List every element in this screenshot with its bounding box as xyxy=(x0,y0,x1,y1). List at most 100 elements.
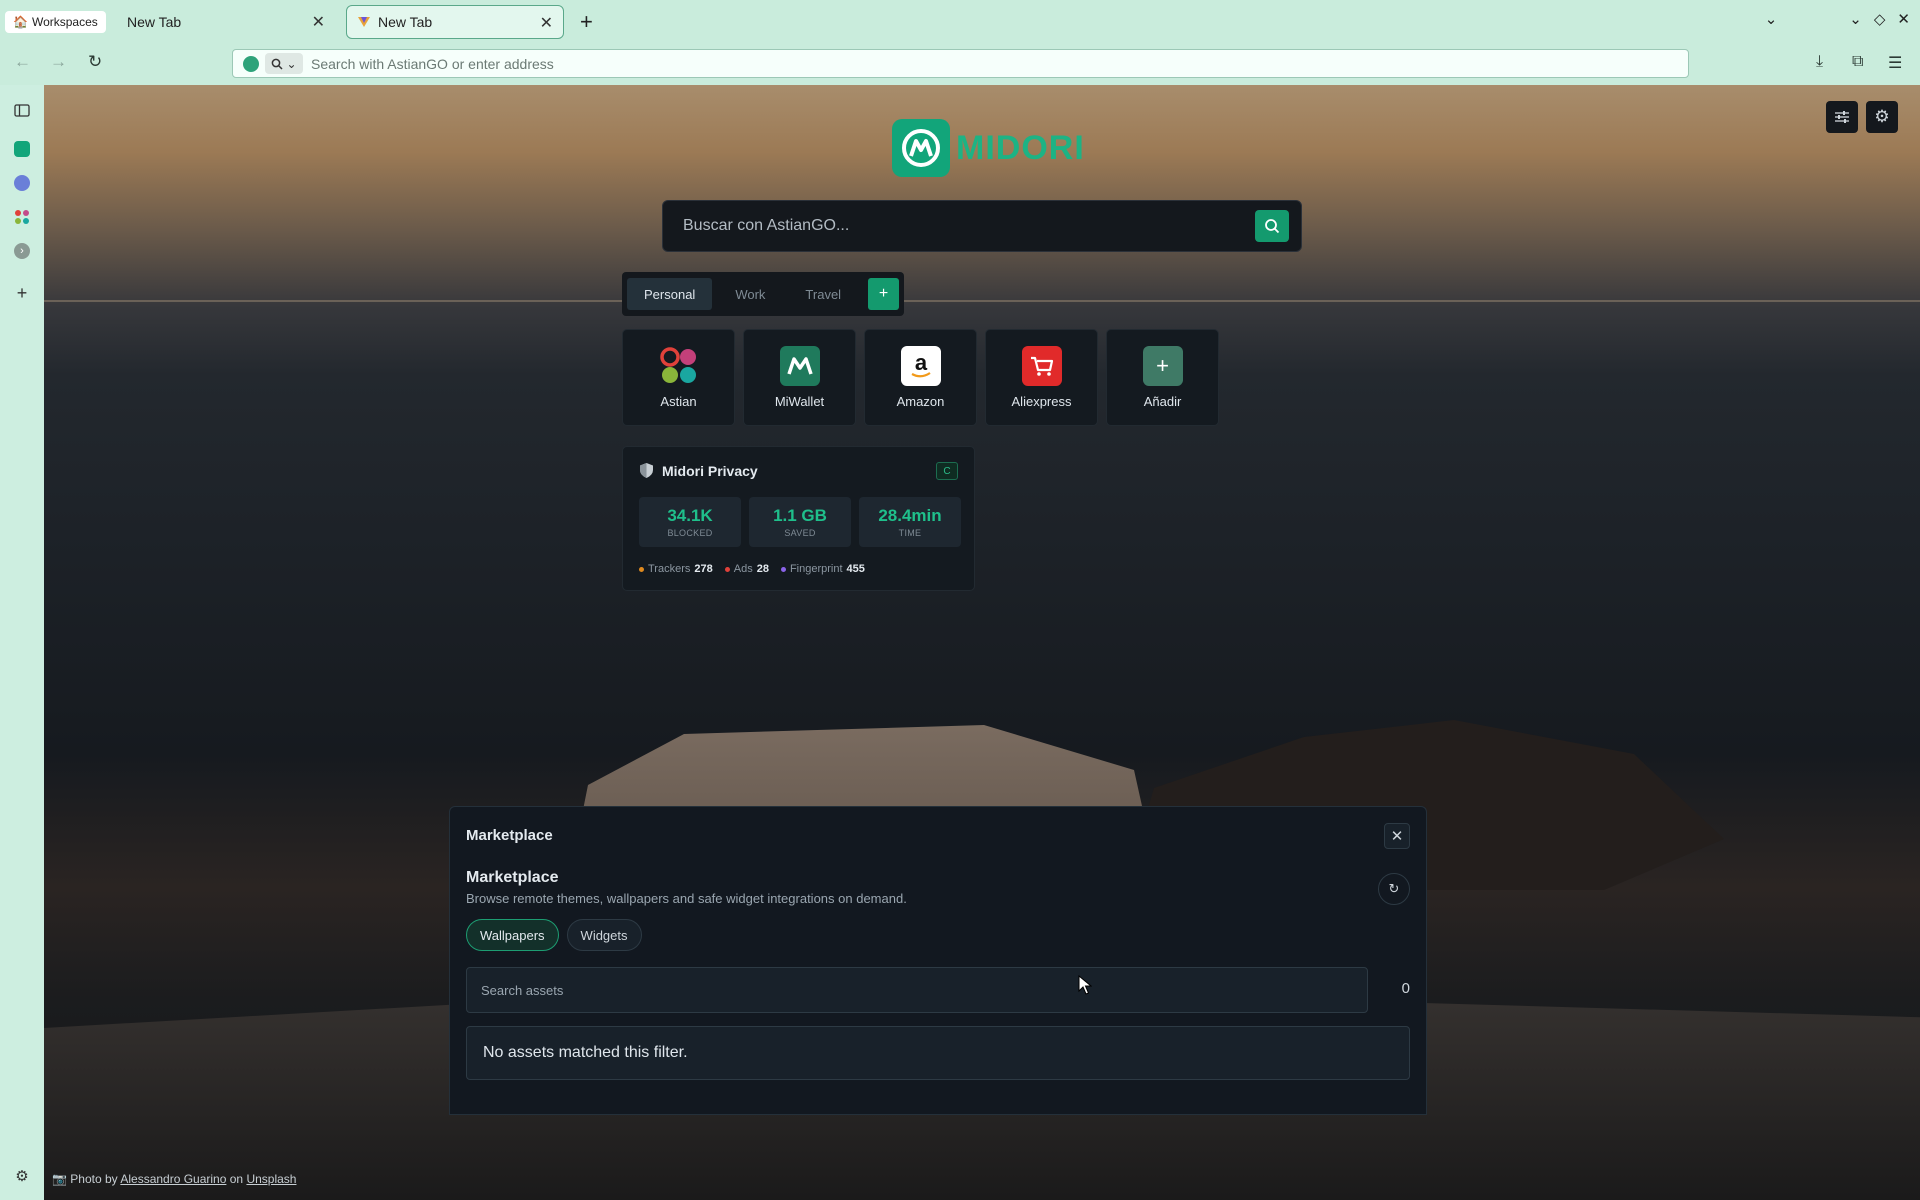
tracking-shield-icon[interactable] xyxy=(243,55,259,72)
marketplace-title: Marketplace xyxy=(466,869,559,886)
midori-logo: MIDORI xyxy=(892,119,1085,177)
privacy-stats: 34.1K BLOCKED 1.1 GB SAVED 28.4min TIME xyxy=(639,497,961,547)
speed-dial-miwallet[interactable]: MiWallet xyxy=(743,329,856,426)
close-modal-button[interactable]: ✕ xyxy=(1384,823,1410,849)
legend-count: 278 xyxy=(694,563,713,575)
midori-logo-icon xyxy=(892,119,950,177)
stat-label: SAVED xyxy=(784,528,816,538)
speed-dial-label: Añadir xyxy=(1143,394,1182,409)
search-icon xyxy=(272,58,283,70)
add-group-button[interactable]: + xyxy=(868,278,899,310)
extensions-icon[interactable]: ⧉ xyxy=(1852,53,1863,71)
mouse-cursor-icon xyxy=(1078,975,1092,995)
list-all-tabs-icon[interactable]: ⌄ xyxy=(1765,10,1778,28)
tab-new-tab-1[interactable]: New Tab ✕ xyxy=(117,5,335,39)
menu-icon[interactable]: ☰ xyxy=(1888,53,1902,73)
gear-icon: ⚙ xyxy=(1874,107,1890,126)
tab-new-tab-2[interactable]: New Tab ✕ xyxy=(346,5,564,39)
dot-icon xyxy=(639,566,644,572)
modal-header: Marketplace xyxy=(466,827,553,844)
refresh-button[interactable]: ↻ xyxy=(1378,873,1410,905)
reload-icon[interactable]: ↻ xyxy=(88,52,102,72)
group-tab-travel[interactable]: Travel xyxy=(788,278,858,310)
privacy-badge[interactable]: C xyxy=(936,462,958,480)
speed-dial-aliexpress[interactable]: Aliexpress xyxy=(985,329,1098,426)
legend-label: Fingerprint xyxy=(789,563,843,575)
stat-saved: 1.1 GB SAVED xyxy=(749,497,851,547)
shopping-cart-icon xyxy=(1021,346,1062,386)
credit-site-link[interactable]: Unsplash xyxy=(246,1172,296,1186)
legend-count: 28 xyxy=(756,563,769,575)
astian-apps-icon[interactable] xyxy=(13,208,31,226)
chevron-right-icon[interactable]: › xyxy=(13,242,31,260)
plus-icon: + xyxy=(1142,346,1183,386)
asset-count: 0 xyxy=(1401,980,1410,997)
maximize-icon[interactable]: ◇ xyxy=(1874,10,1886,28)
refresh-icon: ↻ xyxy=(1388,881,1400,896)
group-tab-personal[interactable]: Personal xyxy=(627,278,713,310)
downloads-icon[interactable]: ⤓ xyxy=(1816,53,1823,71)
speed-dial-amazon[interactable]: a Amazon xyxy=(864,329,977,426)
close-icon[interactable]: ✕ xyxy=(540,13,553,33)
logo-text: MIDORI xyxy=(956,128,1085,167)
new-tab-button[interactable]: + xyxy=(580,9,593,35)
address-bar[interactable]: ⌄ Search with AstianGO or enter address xyxy=(232,49,1689,78)
settings-button[interactable]: ⚙ xyxy=(1866,101,1898,133)
privacy-widget: Midori Privacy C 34.1K BLOCKED 1.1 GB SA… xyxy=(622,446,975,591)
search-engine-selector[interactable]: ⌄ xyxy=(265,53,303,74)
wallpaper-horizon xyxy=(44,300,1920,302)
legend-ads: Ads 28 xyxy=(724,563,769,575)
credit-on: on xyxy=(229,1172,244,1186)
tab-title: New Tab xyxy=(127,14,182,30)
search-input[interactable] xyxy=(663,201,1243,251)
camera-icon: 📷 xyxy=(52,1172,67,1186)
tab-wallpapers[interactable]: Wallpapers xyxy=(466,919,559,951)
legend-label: Trackers xyxy=(648,563,691,575)
midori-wallet-icon[interactable] xyxy=(13,140,31,158)
astian-icon xyxy=(659,346,699,386)
workspaces-label: Workspaces xyxy=(31,15,98,29)
amazon-icon: a xyxy=(900,346,941,386)
speed-dial-label: Aliexpress xyxy=(1011,394,1072,409)
group-tab-work[interactable]: Work xyxy=(718,278,782,310)
speed-dial-label: Astian xyxy=(660,394,697,409)
stat-value: 34.1K xyxy=(667,506,713,525)
dot-icon xyxy=(780,566,786,572)
photo-credit: 📷 Photo by Alessandro Guarino on Unsplas… xyxy=(52,1172,296,1186)
address-placeholder: Search with AstianGO or enter address xyxy=(311,55,554,72)
workspaces-button[interactable]: 🏠 Workspaces xyxy=(5,11,106,33)
shield-icon xyxy=(640,463,653,478)
page-tools: ⚙ xyxy=(1826,101,1898,133)
privacy-title-text: Midori Privacy xyxy=(662,462,758,479)
speed-dial-astian[interactable]: Astian xyxy=(622,329,735,426)
close-window-icon[interactable]: ✕ xyxy=(1897,10,1910,28)
minimize-icon[interactable]: ⌄ xyxy=(1849,10,1862,28)
svg-text:a: a xyxy=(914,351,927,375)
search-button[interactable] xyxy=(1255,210,1289,242)
home-icon: 🏠 xyxy=(13,15,28,29)
chevron-down-icon: ⌄ xyxy=(286,56,297,71)
gear-icon[interactable]: ⚙ xyxy=(13,1167,31,1185)
sidebar: › + ⚙ xyxy=(0,85,44,1200)
close-icon[interactable]: ✕ xyxy=(312,12,325,32)
credit-author-link[interactable]: Alessandro Guarino xyxy=(120,1172,226,1186)
globe-icon[interactable] xyxy=(13,174,31,192)
marketplace-subtitle: Browse remote themes, wallpapers and saf… xyxy=(466,891,907,906)
tab-widgets[interactable]: Widgets xyxy=(566,919,642,951)
forward-icon[interactable]: → xyxy=(50,52,67,72)
legend-trackers: Trackers 278 xyxy=(639,563,713,575)
customize-button[interactable] xyxy=(1826,101,1858,133)
add-panel-icon[interactable]: + xyxy=(13,283,31,303)
empty-state: No assets matched this filter. xyxy=(466,1026,1410,1080)
asset-search-input[interactable] xyxy=(467,968,1367,1012)
window-controls: ⌄ ⌄ ◇ ✕ xyxy=(1765,10,1910,28)
stat-value: 28.4min xyxy=(878,506,942,525)
stat-blocked: 34.1K BLOCKED xyxy=(639,497,741,547)
legend-count: 455 xyxy=(846,563,865,575)
back-icon[interactable]: ← xyxy=(14,52,31,72)
speed-dial-add[interactable]: + Añadir xyxy=(1106,329,1219,426)
stat-time: 28.4min TIME xyxy=(859,497,961,547)
sidebar-toggle-icon[interactable] xyxy=(13,101,31,119)
stat-label: TIME xyxy=(898,528,922,538)
stat-value: 1.1 GB xyxy=(773,506,827,525)
